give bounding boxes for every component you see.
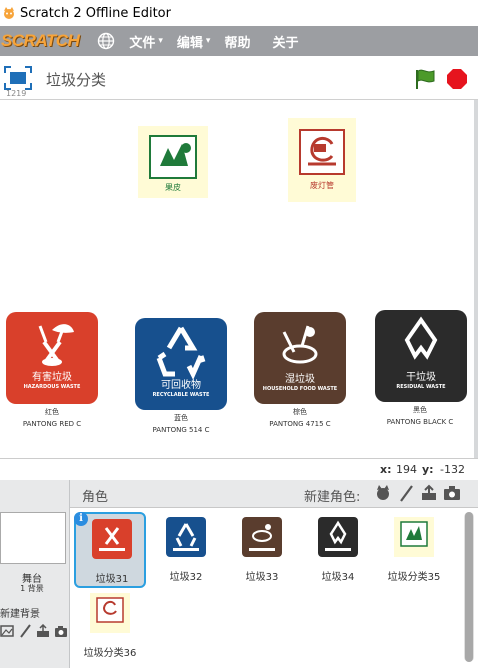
sprite-name: 垃圾31 <box>95 574 129 585</box>
new-sprite-tools <box>374 484 461 502</box>
bin-recyclable-label: 可回收物 <box>161 380 201 391</box>
green-flag-icon[interactable] <box>414 68 436 90</box>
fullscreen-icon[interactable] <box>4 66 32 90</box>
bin-recyclable[interactable]: 可回收物 RECYCLABLE WASTE <box>135 318 227 410</box>
menu-about[interactable]: 关于 <box>272 32 298 51</box>
bin-hazardous[interactable]: 有害垃圾 HAZARDOUS WASTE <box>6 312 98 404</box>
mouse-coordinates: x: 194 y: -132 <box>0 458 478 480</box>
new-sprite-label: 新建角色: <box>304 490 361 505</box>
recyclable-bin-thumb-icon <box>166 517 206 557</box>
stage-thumbnail[interactable] <box>0 512 66 564</box>
caption-recyclable-cn: 蓝色 <box>174 414 188 422</box>
sprite-lamp-label: 废灯管 <box>310 181 334 190</box>
stage-panel: 舞台 1 背景 新建背景 <box>0 480 70 668</box>
scratch-logo[interactable]: SCRATCH <box>1 31 80 51</box>
stage-canvas[interactable]: 果皮 废灯管 有害垃圾 HAZARDOUS WASTE 红色 PANTONG R… <box>0 100 474 458</box>
lamp-thumb-icon <box>90 593 130 633</box>
upload-icon[interactable] <box>420 484 438 502</box>
bin-residual-sub: RESIDUAL WASTE <box>396 384 446 390</box>
x-value: 194 <box>396 463 417 476</box>
caption-recyclable: 蓝色 PANTONG 514 C <box>133 412 229 436</box>
caption-residual-en: PANTONG BLACK C <box>386 418 454 426</box>
sprite-name: 垃圾34 <box>321 572 355 583</box>
globe-icon[interactable] <box>97 32 115 50</box>
menu-edit-label: 编辑 <box>176 35 203 51</box>
choose-backdrop-icon[interactable] <box>0 624 14 638</box>
stop-icon[interactable] <box>446 68 468 90</box>
menu-edit[interactable]: 编辑 ▾ <box>177 32 211 51</box>
sprite-tile-34[interactable]: 垃圾34 <box>302 512 374 588</box>
caption-recyclable-en: PANTONG 514 C <box>152 426 210 434</box>
y-label: y: <box>422 463 434 476</box>
info-icon[interactable]: i <box>74 512 88 526</box>
chevron-down-icon: ▾ <box>158 36 163 46</box>
food-bin-thumb-icon <box>242 517 282 557</box>
caption-hazardous-cn: 红色 <box>45 408 59 416</box>
caption-food-cn: 棕色 <box>293 408 307 416</box>
sprites-panel: 角色 新建角色: i 垃圾31 垃圾32 垃圾33 垃圾34 垃圾分类35 垃圾… <box>70 480 478 668</box>
bin-recyclable-sub: RECYCLABLE WASTE <box>152 392 210 398</box>
paint-brush-icon[interactable] <box>397 484 415 502</box>
sprite-peel[interactable]: 果皮 <box>138 126 208 198</box>
camera-icon[interactable] <box>54 624 68 638</box>
upload-icon[interactable] <box>36 624 50 638</box>
bin-food-label: 湿垃圾 <box>285 374 315 385</box>
residual-bin-thumb-icon <box>318 517 358 557</box>
sprite-tile-36[interactable]: 垃圾分类36 <box>74 588 146 664</box>
bin-hazardous-sub: HAZARDOUS WASTE <box>23 384 81 390</box>
chevron-down-icon: ▾ <box>205 36 211 46</box>
new-backdrop-label: 新建背景 <box>0 609 40 620</box>
menu-file-label: 文件 <box>129 35 156 51</box>
version-label: 1219 <box>6 89 27 98</box>
menu-help-label: 帮助 <box>224 35 251 51</box>
sprites-title: 角色 <box>82 490 109 505</box>
bin-food-sub: HOUSEHOLD FOOD WASTE <box>262 386 338 392</box>
bin-hazardous-label: 有害垃圾 <box>32 372 72 383</box>
sprite-tile-32[interactable]: 垃圾32 <box>150 512 222 588</box>
y-value: -132 <box>440 463 465 476</box>
bin-food[interactable]: 湿垃圾 HOUSEHOLD FOOD WASTE <box>254 312 346 404</box>
scratch-cat-icon <box>4 7 14 19</box>
caption-food-en: PANTONG 4715 C <box>269 420 331 428</box>
fruit-peel-thumb-icon <box>394 517 434 557</box>
hazardous-waste-icon <box>38 324 74 366</box>
caption-food: 棕色 PANTONG 4715 C <box>252 406 348 430</box>
sprite-tile-31[interactable]: i 垃圾31 <box>74 512 146 588</box>
sprite-name: 垃圾33 <box>245 572 279 583</box>
stage-header: 1219 垃圾分类 <box>0 56 478 100</box>
project-title[interactable]: 垃圾分类 <box>46 69 106 90</box>
x-label: x: <box>380 463 392 476</box>
window-title: Scratch 2 Offline Editor <box>20 5 171 21</box>
sprite-library-icon[interactable] <box>374 484 392 502</box>
sprite-name: 垃圾分类36 <box>83 648 137 659</box>
menu-file[interactable]: 文件 ▾ <box>129 32 163 51</box>
menu-help[interactable]: 帮助 <box>224 32 250 51</box>
scrollbar-thumb[interactable] <box>465 512 473 662</box>
sprite-name: 垃圾32 <box>169 572 203 583</box>
backdrop-count: 1 背景 <box>20 584 44 593</box>
bin-residual[interactable]: 干垃圾 RESIDUAL WASTE <box>375 310 467 402</box>
sprites-scrollbar[interactable] <box>464 512 474 662</box>
menu-about-label: 关于 <box>272 35 299 51</box>
hazardous-bin-thumb-icon <box>92 519 132 559</box>
bin-residual-label: 干垃圾 <box>406 372 436 383</box>
sprite-peel-label: 果皮 <box>165 183 181 192</box>
sprite-lamp[interactable]: 废灯管 <box>288 118 356 202</box>
backdrop-tools <box>0 624 68 638</box>
caption-residual: 黑色 PANTONG BLACK C <box>372 404 468 428</box>
camera-icon[interactable] <box>443 484 461 502</box>
paint-brush-icon[interactable] <box>18 624 32 638</box>
caption-hazardous-en: PANTONG RED C <box>22 420 82 428</box>
sprite-tile-33[interactable]: 垃圾33 <box>226 512 298 588</box>
caption-residual-cn: 黑色 <box>413 406 427 414</box>
caption-hazardous: 红色 PANTONG RED C <box>4 406 100 430</box>
sprites-header: 角色 新建角色: <box>70 480 478 508</box>
sprite-name: 垃圾分类35 <box>387 572 441 583</box>
window-titlebar: Scratch 2 Offline Editor <box>0 0 478 26</box>
sprite-tile-35[interactable]: 垃圾分类35 <box>378 512 450 588</box>
menu-bar: SCRATCH 文件 ▾ 编辑 ▾ 帮助 关于 <box>0 26 478 56</box>
